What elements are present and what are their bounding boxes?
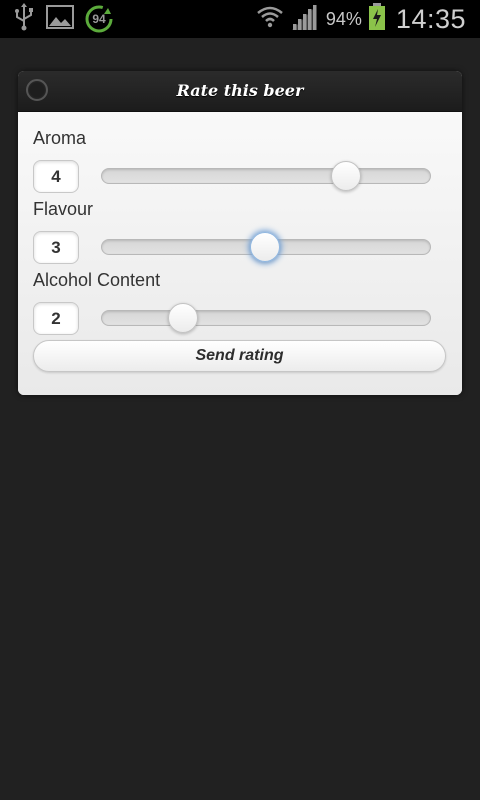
dialog-header: Rate this beer [18, 71, 462, 112]
aroma-slider-thumb[interactable] [331, 161, 362, 191]
battery-percent: 94% [325, 8, 362, 29]
signal-icon [290, 4, 318, 35]
flavour-slider[interactable] [101, 232, 431, 262]
update-badge-count: 94 [92, 12, 106, 26]
aroma-label: Aroma [33, 128, 87, 148]
aroma-slider[interactable] [101, 161, 431, 191]
rate-dialog: Rate this beer Aroma 4 Flavour 3 Alcohol… [18, 71, 462, 395]
image-icon [46, 4, 74, 35]
alcohol-content-slider-thumb[interactable] [168, 303, 199, 333]
send-rating-button[interactable]: Send rating [33, 340, 446, 372]
flavour-value-input[interactable]: 3 [33, 231, 79, 264]
dialog-content: Aroma 4 Flavour 3 Alcohol Content 2 Send… [18, 112, 462, 395]
battery-charging-icon [368, 2, 386, 36]
flavour-slider-thumb[interactable] [250, 232, 281, 262]
alcohol-content-slider[interactable] [101, 303, 431, 333]
status-bar: 94 94% 14:35 [0, 0, 480, 38]
aroma-value-input[interactable]: 4 [33, 160, 79, 193]
clock: 14:35 [395, 3, 466, 34]
dialog-title: Rate this beer [176, 81, 304, 100]
flavour-label: Flavour [33, 199, 94, 219]
alcohol-content-value-input[interactable]: 2 [33, 302, 79, 335]
alcohol-content-label: Alcohol Content [33, 270, 161, 290]
wifi-icon [256, 5, 284, 34]
usb-icon [12, 2, 36, 37]
update-badge-icon: 94 [84, 4, 114, 34]
